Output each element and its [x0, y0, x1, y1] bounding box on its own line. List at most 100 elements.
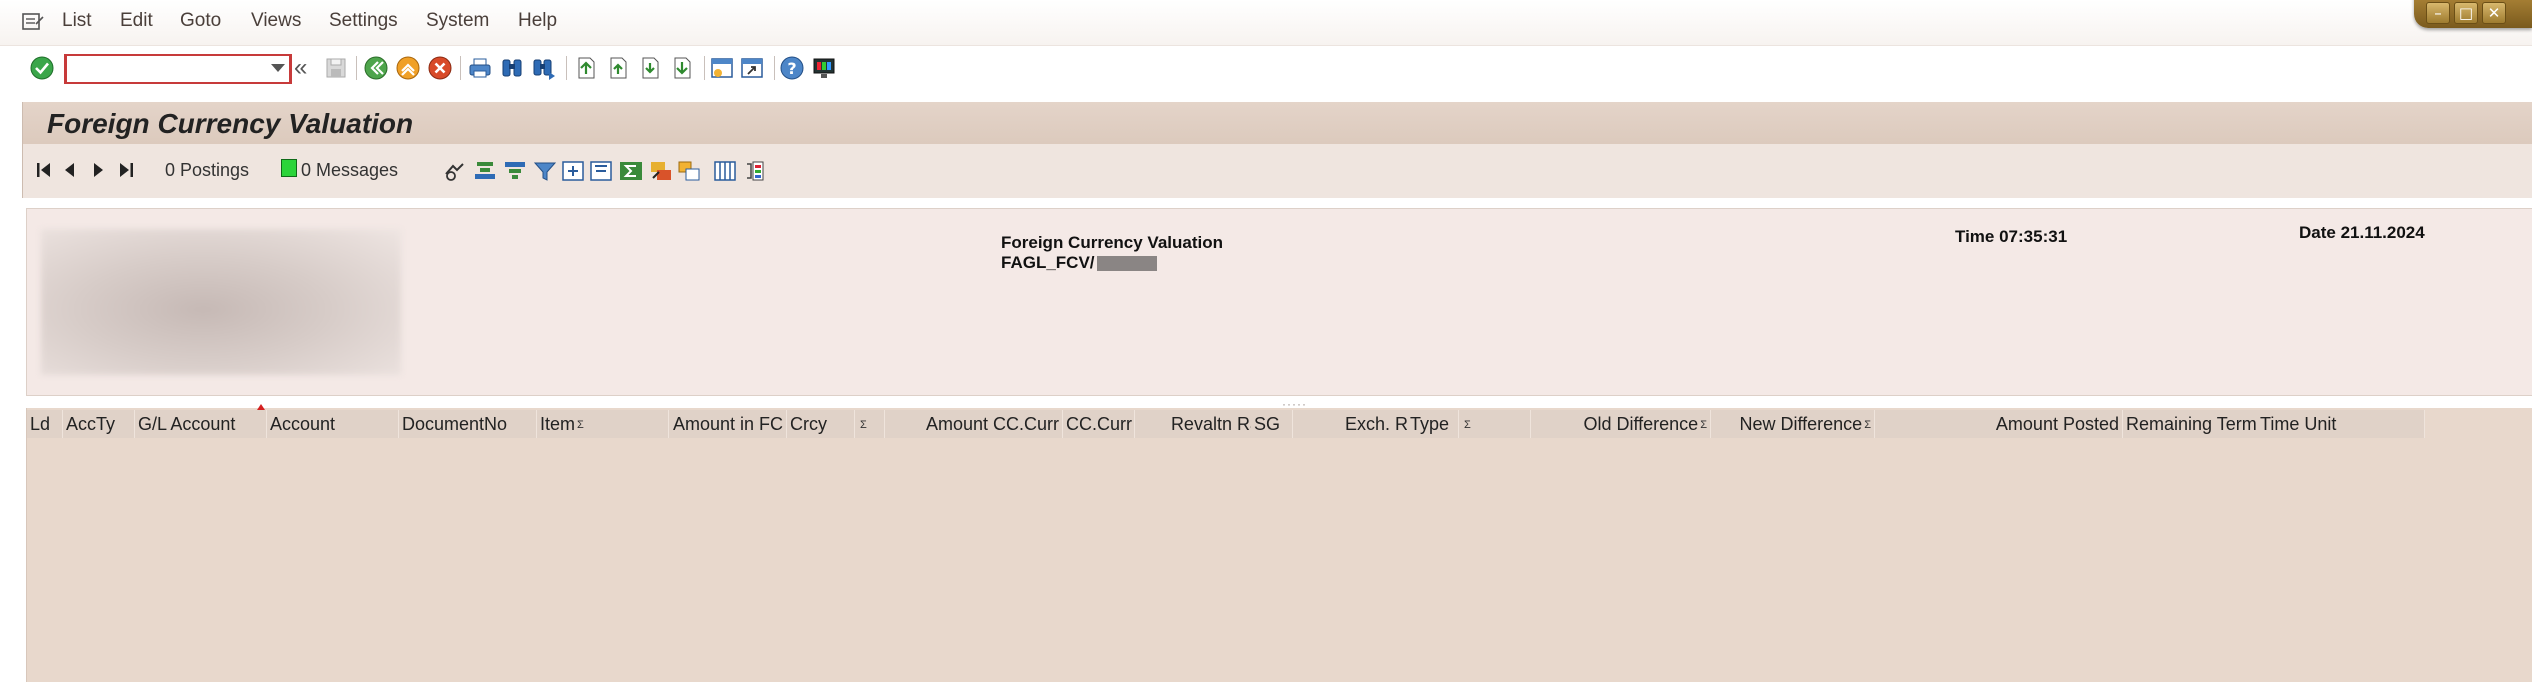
- menu-edit[interactable]: Edit: [120, 10, 153, 32]
- find-next-icon[interactable]: [530, 54, 558, 82]
- previous-page-icon[interactable]: [604, 54, 632, 82]
- next-record-icon[interactable]: [89, 158, 107, 182]
- alv-grid: Ld AccTy G/L Account Account DocumentNo …: [26, 404, 2532, 682]
- column-header[interactable]: AccTy: [63, 410, 135, 438]
- command-input[interactable]: [73, 58, 257, 80]
- column-header[interactable]: Crcy: [787, 410, 855, 438]
- sum-marker-icon: Σ: [1700, 419, 1707, 432]
- report-title: Foreign Currency Valuation: [1001, 233, 1223, 252]
- export-icon[interactable]: [647, 156, 675, 186]
- select-layout-icon[interactable]: [743, 156, 771, 186]
- menu-bar: List Edit Goto Views Settings System Hel…: [0, 0, 2532, 46]
- sum-marker-icon: Σ: [1464, 419, 1471, 432]
- next-page-icon[interactable]: [636, 54, 664, 82]
- column-header[interactable]: Remaining Term: [2123, 410, 2265, 438]
- window-controls: – □ ✕: [2414, 0, 2532, 28]
- application-toolbar: 0 Postings 0 Messages: [22, 144, 2532, 198]
- column-header[interactable]: Amount Posted: [1875, 410, 2123, 438]
- column-header[interactable]: Ld: [27, 410, 63, 438]
- menu-settings[interactable]: Settings: [329, 10, 398, 32]
- company-logo: [41, 229, 401, 375]
- subtotals-icon[interactable]: [587, 156, 615, 186]
- column-header[interactable]: Type: [1407, 410, 1459, 438]
- close-icon[interactable]: ✕: [2482, 2, 2506, 24]
- column-label: Amount CC.Curr: [925, 414, 1059, 434]
- column-header[interactable]: Item Σ: [537, 410, 669, 438]
- column-label: Crcy: [790, 414, 827, 434]
- save-icon: [326, 58, 346, 78]
- change-layout-icon[interactable]: [711, 156, 739, 186]
- column-label: Amount Posted: [1995, 414, 2119, 434]
- column-label: DocumentNo: [402, 414, 508, 434]
- title-bar: Foreign Currency Valuation: [22, 102, 2532, 144]
- messages-button[interactable]: 0 Messages: [301, 160, 398, 181]
- report-header: Foreign Currency Valuation FAGL_FCV/ Tim…: [26, 208, 2532, 396]
- menu-views[interactable]: Views: [251, 10, 301, 32]
- column-header[interactable]: New Difference Σ: [1711, 410, 1875, 438]
- menu-help[interactable]: Help: [518, 10, 557, 32]
- column-label: Old Difference: [1583, 414, 1699, 434]
- maximize-icon[interactable]: □: [2454, 2, 2478, 24]
- minimize-icon[interactable]: –: [2426, 2, 2450, 24]
- svg-text:?: ?: [787, 59, 796, 78]
- last-record-icon[interactable]: [117, 158, 135, 182]
- column-label: Item: [540, 414, 576, 434]
- toolbar-separator: [566, 56, 567, 80]
- toolbar-separator: [460, 56, 461, 80]
- column-header[interactable]: Time Unit: [2257, 410, 2425, 438]
- cancel-icon[interactable]: [426, 54, 454, 82]
- find-icon[interactable]: [498, 54, 526, 82]
- column-label: Ld: [30, 414, 51, 434]
- column-label: CC.Curr: [1066, 414, 1132, 434]
- sort-ascending-icon[interactable]: [471, 156, 499, 186]
- sum-marker-icon: Σ: [860, 419, 867, 432]
- column-header[interactable]: G/L Account: [135, 410, 267, 438]
- total-icon[interactable]: [559, 156, 587, 186]
- views-icon[interactable]: [675, 156, 703, 186]
- shortcut-icon[interactable]: [738, 54, 766, 82]
- collapse-command-icon[interactable]: «: [294, 54, 307, 82]
- column-header[interactable]: SG: [1251, 410, 1293, 438]
- column-header[interactable]: Account: [267, 410, 399, 438]
- enter-icon[interactable]: [28, 54, 56, 82]
- command-field[interactable]: [64, 54, 292, 84]
- sort-descending-icon[interactable]: [501, 156, 529, 186]
- system-toolbar: « ?: [0, 46, 2532, 90]
- grid-header: Ld AccTy G/L Account Account DocumentNo …: [27, 404, 2427, 440]
- sum-icon[interactable]: [617, 156, 645, 186]
- column-label: Type: [1410, 414, 1450, 434]
- column-header[interactable]: Old Difference Σ: [1531, 410, 1711, 438]
- toolbar-separator: [774, 56, 775, 80]
- print-icon[interactable]: [466, 54, 494, 82]
- back-icon[interactable]: [362, 54, 390, 82]
- column-header[interactable]: Amount in FC: [669, 410, 787, 438]
- program-name: FAGL_FCV/: [1001, 253, 1157, 273]
- menu-goto[interactable]: Goto: [180, 10, 221, 32]
- column-label: Time Unit: [2260, 414, 2337, 434]
- menu-list[interactable]: List: [62, 10, 92, 32]
- menu-system[interactable]: System: [426, 10, 489, 32]
- column-label: SG: [1254, 414, 1281, 434]
- first-page-icon[interactable]: [572, 54, 600, 82]
- report-date: Date 21.11.2024: [2299, 223, 2425, 242]
- postings-button[interactable]: 0 Postings: [165, 160, 249, 181]
- menu-icon[interactable]: [22, 12, 44, 32]
- details-icon[interactable]: [441, 156, 469, 186]
- help-icon[interactable]: ?: [778, 54, 806, 82]
- column-label: New Difference: [1739, 414, 1863, 434]
- filter-icon[interactable]: [531, 156, 559, 186]
- customize-layout-icon[interactable]: [810, 54, 838, 82]
- report-time: Time 07:35:31: [1955, 227, 2068, 246]
- chevron-down-icon[interactable]: [271, 64, 285, 72]
- column-header[interactable]: CC.Curr: [1063, 410, 1135, 438]
- column-header[interactable]: Amount CC.Curr: [885, 410, 1063, 438]
- column-header[interactable]: Σ: [1459, 410, 1531, 438]
- first-record-icon[interactable]: [35, 158, 53, 182]
- column-header[interactable]: DocumentNo: [399, 410, 537, 438]
- program-name-text: FAGL_FCV/: [1001, 253, 1095, 272]
- create-session-icon[interactable]: [708, 54, 736, 82]
- exit-icon[interactable]: [394, 54, 422, 82]
- last-page-icon[interactable]: [668, 54, 696, 82]
- column-header[interactable]: Σ: [855, 410, 885, 438]
- previous-record-icon[interactable]: [61, 158, 79, 182]
